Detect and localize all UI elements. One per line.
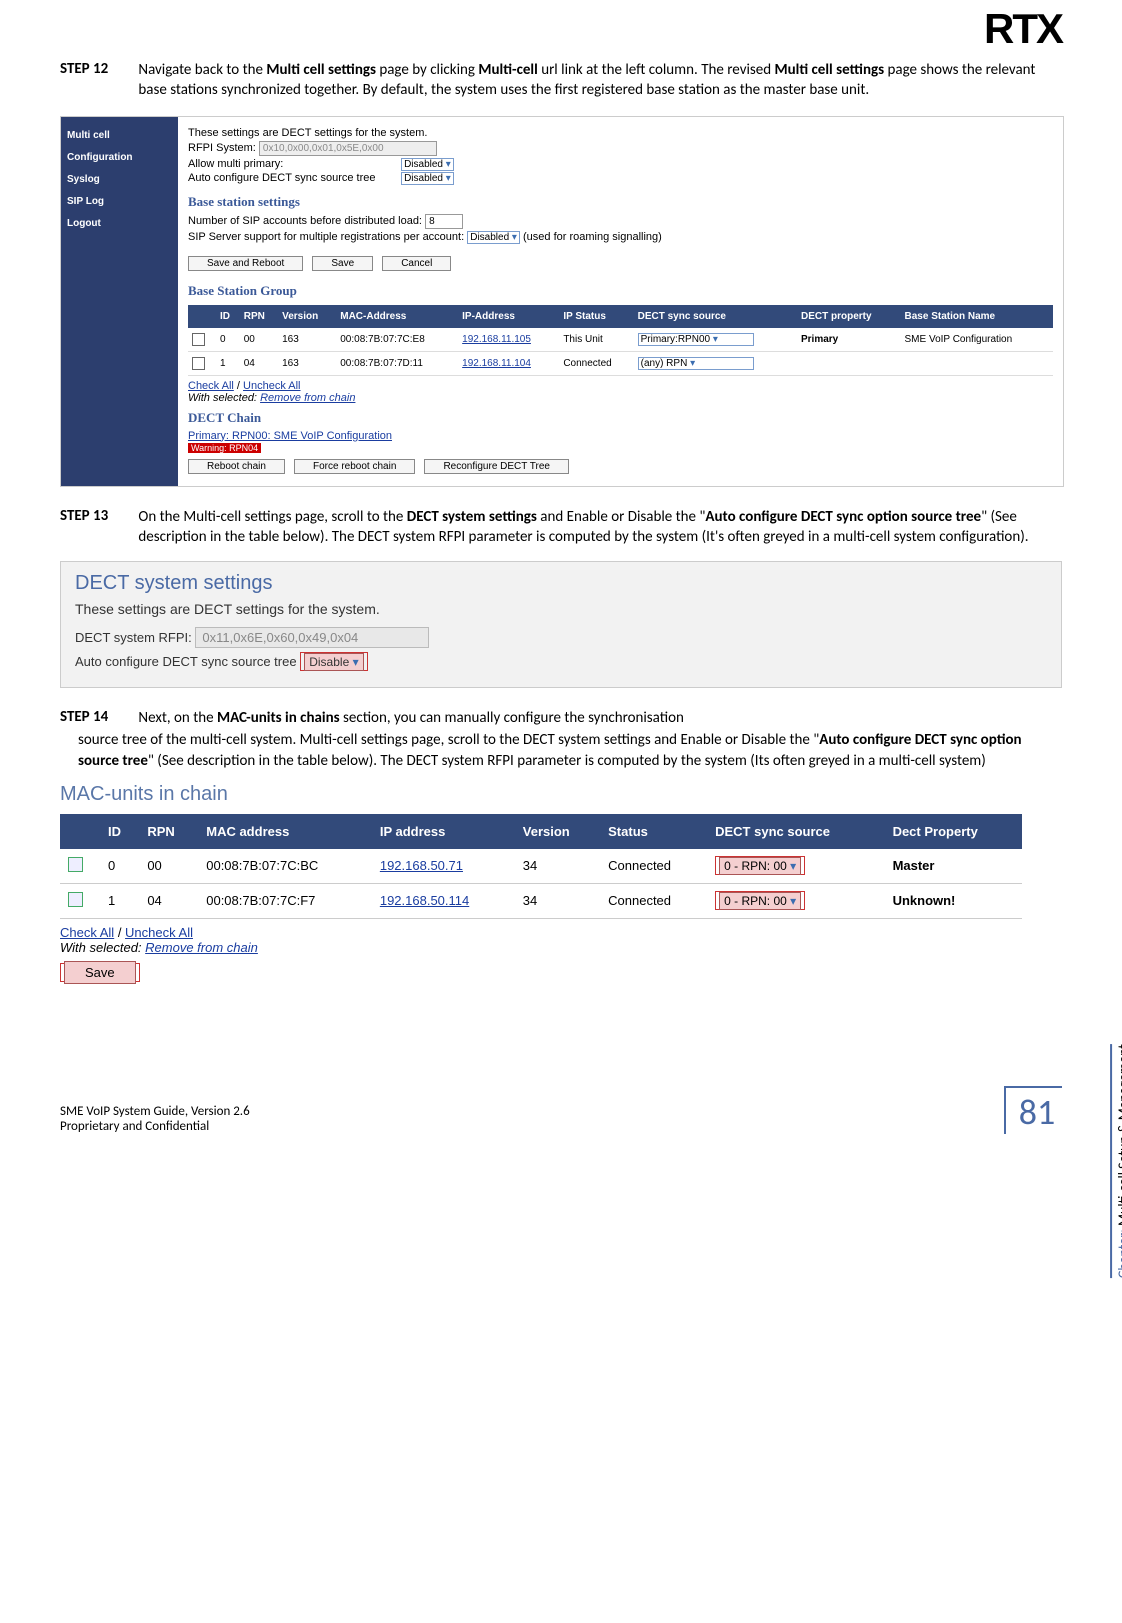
sidebar-item-logout[interactable]: Logout [67,213,172,235]
auto-config-row: Auto configure DECT sync source tree Dis… [75,654,1047,669]
sip-accounts-row: Number of SIP accounts before distribute… [188,214,1053,229]
allow-multi-row: Allow multi primary: Disabled [188,158,1053,170]
table-row: 1 04 00:08:7B:07:7C:F7 192.168.50.114 34… [60,883,1022,918]
row-checkbox[interactable] [68,892,83,907]
ip-link[interactable]: 192.168.50.71 [380,858,463,873]
mac-table: ID RPN MAC address IP address Version St… [60,814,1022,919]
with-selected: With selected: Remove from chain [188,392,1053,404]
auto-config-row: Auto configure DECT sync source tree Dis… [188,172,1053,184]
sip-accounts-input[interactable]: 8 [425,214,463,229]
primary-line[interactable]: Primary: RPN00: SME VoIP Configuration [188,430,1053,442]
reconfigure-button[interactable]: Reconfigure DECT Tree [424,459,569,474]
row-checkbox[interactable] [192,333,205,346]
mac-units-title: MAC-units in chain [60,783,1022,806]
save-button[interactable]: Save [64,961,136,984]
save-reboot-button[interactable]: Save and Reboot [188,256,303,271]
logo-text: RTX [984,5,1062,53]
rfpi-row: RFPI System: 0x10,0x00,0x01,0x5E,0x00 [188,141,1053,156]
sync-select[interactable]: (any) RPN [638,357,754,370]
remove-from-chain-link[interactable]: Remove from chain [145,940,258,955]
cancel-button[interactable]: Cancel [382,256,451,271]
footer-guide: SME VoIP System Guide, Version 2.6 [60,1104,1062,1119]
table-row: 0 00 163 00:08:7B:07:7C:E8 192.168.11.10… [188,328,1053,352]
bsg-header: Base Station Group [188,283,1053,299]
ip-link[interactable]: 192.168.11.105 [462,334,531,345]
allow-multi-select[interactable]: Disabled [401,158,454,171]
step-13: STEP 13 On the Multi-cell settings page,… [60,507,1062,548]
step-13-body: On the Multi-cell settings page, scroll … [138,507,1038,548]
ip-link[interactable]: 192.168.11.104 [462,358,531,369]
rtx-logo: RTX [984,5,1062,53]
mac-header-row: ID RPN MAC address IP address Version St… [60,814,1022,849]
warning-badge: Warning: RPN04 [188,443,261,453]
check-all-link[interactable]: Check All [60,925,114,940]
sidebar-item-syslog[interactable]: Syslog [67,169,172,191]
sidebar-item-configuration[interactable]: Configuration [67,147,172,169]
rfpi-row: DECT system RFPI: 0x11,0x6E,0x60,0x49,0x… [75,627,1047,648]
step-12: STEP 12 Navigate back to the Multi cell … [60,60,1062,101]
rfpi-field: 0x11,0x6E,0x60,0x49,0x04 [195,627,429,648]
with-selected: With selected: Remove from chain [60,940,1022,955]
table-row: 0 00 00:08:7B:07:7C:BC 192.168.50.71 34 … [60,849,1022,884]
button-row: Save and Reboot Save Cancel [188,257,1053,269]
table-row: 1 04 163 00:08:7B:07:7D:11 192.168.11.10… [188,351,1053,375]
row-checkbox[interactable] [68,857,83,872]
reboot-chain-button[interactable]: Reboot chain [188,459,285,474]
step-13-label: STEP 13 [60,507,135,525]
auto-config-select[interactable]: Disabled [401,172,454,185]
uncheck-all-link[interactable]: Uncheck All [243,380,300,392]
step-12-label: STEP 12 [60,60,135,78]
row-checkbox[interactable] [192,357,205,370]
sync-select[interactable]: 0 - RPN: 00 [719,857,801,875]
check-links: Check All / Uncheck All [60,925,1022,940]
sidebar: Multi cell Configuration Syslog SIP Log … [61,117,178,486]
screenshot-dect-system-settings: DECT system settings These settings are … [60,561,1062,688]
bss-header: Base station settings [188,194,1053,210]
rfpi-input: 0x10,0x00,0x01,0x5E,0x00 [259,141,437,156]
sync-select[interactable]: Primary:RPN00 [638,333,754,346]
save-button[interactable]: Save [312,256,373,271]
sip-multi-row: SIP Server support for multiple registra… [188,231,1053,243]
dect-settings-desc: These settings are DECT settings for the… [75,601,1047,617]
step-14-label: STEP 14 [60,708,135,726]
step-14-body-rest: source tree of the multi-cell system. Mu… [78,730,1038,771]
sip-multi-select[interactable]: Disabled [467,231,520,244]
dect-desc: These settings are DECT settings for the… [188,127,1053,139]
page-number: 81 [1004,1086,1062,1134]
sync-select[interactable]: 0 - RPN: 00 [719,892,801,910]
main-panel: These settings are DECT settings for the… [178,117,1063,486]
step-14: STEP 14 Next, on the MAC-units in chains… [60,708,1062,771]
uncheck-all-link[interactable]: Uncheck All [125,925,193,940]
chain-button-row: Reboot chain Force reboot chain Reconfig… [188,460,1053,472]
dect-chain-header: DECT Chain [188,410,1053,426]
screenshot-multicell-settings: Multi cell Configuration Syslog SIP Log … [60,116,1064,487]
check-all-link[interactable]: Check All [188,380,234,392]
ip-link[interactable]: 192.168.50.114 [380,893,469,908]
page-footer: SME VoIP System Guide, Version 2.6 Propr… [60,1104,1062,1134]
step-12-body: Navigate back to the Multi cell settings… [138,60,1038,101]
screenshot-mac-units: MAC-units in chain ID RPN MAC address IP… [60,783,1022,984]
bsg-table: ID RPN Version MAC-Address IP-Address IP… [188,305,1053,376]
dect-settings-title: DECT system settings [75,572,1047,595]
sidebar-item-multicell[interactable]: Multi cell [67,125,172,147]
bsg-header-row: ID RPN Version MAC-Address IP-Address IP… [188,305,1053,328]
force-reboot-button[interactable]: Force reboot chain [294,459,415,474]
remove-from-chain-link[interactable]: Remove from chain [260,392,355,404]
sidebar-item-siplog[interactable]: SIP Log [67,191,172,213]
auto-config-highlight: Disable [300,652,367,671]
chapter-label: Chapter: Multi-cell Setup & Management [1110,1044,1122,1278]
auto-config-select[interactable]: Disable [304,653,363,671]
footer-confidential: Proprietary and Confidential [60,1119,1062,1134]
step-14-body-line1: Next, on the MAC-units in chains section… [138,708,1038,728]
check-links: Check All / Uncheck All [188,380,1053,392]
